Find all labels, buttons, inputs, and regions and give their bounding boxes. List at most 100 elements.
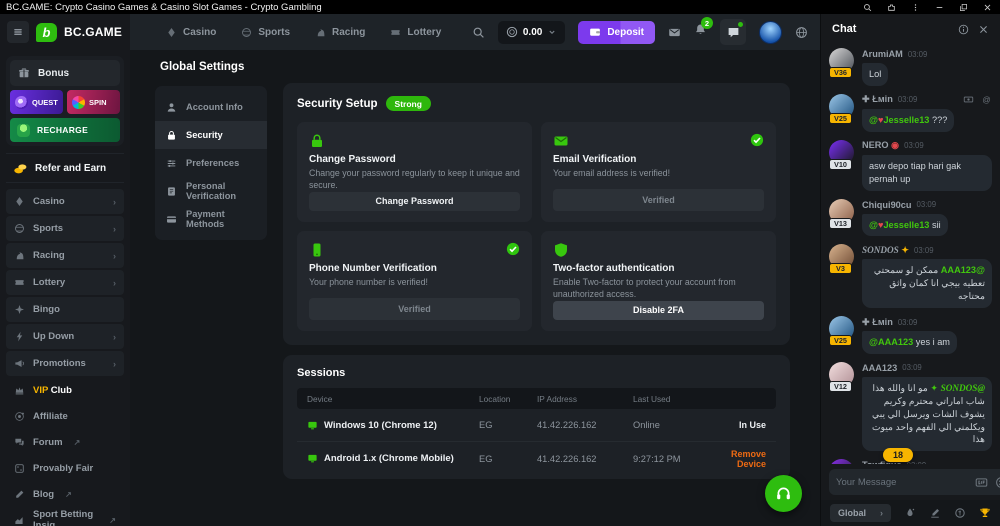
mail-icon[interactable]: [668, 26, 681, 39]
settings-menu-item-personal-verification[interactable]: Personal Verification: [155, 177, 267, 205]
chat-message-header: NERO ◉03:09: [862, 140, 992, 152]
chat-close-icon[interactable]: [978, 24, 989, 35]
chat-message: V10NERO ◉03:09asw depo tiap hari gak per…: [829, 140, 992, 191]
sidebar-item-vip-club[interactable]: VIP Club: [6, 378, 124, 402]
chat-channel-selector[interactable]: Global ›: [830, 504, 891, 522]
disable-2fa-button[interactable]: Disable 2FA: [553, 301, 764, 320]
window-close-icon[interactable]: [983, 3, 992, 12]
refer-label: Refer and Earn: [35, 163, 106, 174]
chat-message-header: ArumiAM03:09: [862, 48, 992, 60]
chat-username: ✚ Łмin: [862, 317, 893, 328]
recharge-button[interactable]: RECHARGE: [10, 118, 120, 142]
balance-selector[interactable]: 0.00: [498, 21, 565, 44]
sessions-column-header: Last Used: [633, 394, 719, 404]
window-minimize-icon[interactable]: [935, 3, 944, 12]
settings-menu-item-account-info[interactable]: Account Info: [155, 93, 267, 121]
bcgame-logo-text[interactable]: BC.GAME: [64, 25, 122, 39]
trophy-icon[interactable]: [979, 507, 991, 519]
bcgame-logo-icon[interactable]: b: [36, 23, 57, 42]
topnav-item-casino[interactable]: Casino: [166, 27, 216, 38]
chat-message-left: V13: [829, 199, 855, 233]
topnav-item-sports[interactable]: Sports: [241, 27, 290, 38]
settings-menu-item-security[interactable]: Security: [155, 121, 267, 149]
chat-message-left: V12: [829, 362, 855, 396]
notifications-button[interactable]: 2: [694, 23, 707, 41]
settings-menu-item-preferences[interactable]: Preferences: [155, 149, 267, 177]
device-name: Android 1.x (Chrome Mobile): [324, 453, 454, 464]
verified-button[interactable]: Verified: [309, 298, 520, 320]
sidebar-item-forum[interactable]: Forum↗: [6, 430, 124, 454]
chevron-right-icon: ›: [113, 359, 116, 369]
support-button[interactable]: [765, 475, 802, 512]
browser-zoom-icon[interactable]: [863, 3, 872, 12]
card-description: Change your password regularly to keep i…: [309, 168, 520, 192]
person-icon: [166, 102, 177, 113]
security-card-email-verification: Email VerificationYour email address is …: [541, 122, 776, 222]
chat-toggle-button[interactable]: [720, 19, 746, 45]
session-row: Windows 10 (Chrome 12)EG41.42.226.162Onl…: [297, 409, 776, 442]
chat-info-icon[interactable]: [958, 24, 969, 35]
sidebar-item-bonus[interactable]: Bonus: [10, 60, 120, 86]
change-password-button[interactable]: Change Password: [309, 192, 520, 211]
settings-menu-label: Personal Verification: [186, 181, 256, 201]
external-link-icon: ↗: [74, 438, 81, 447]
sidebar-item-affiliate[interactable]: Affiliate: [6, 404, 124, 428]
browser-extensions-icon[interactable]: [887, 3, 896, 12]
gif-icon[interactable]: [975, 476, 988, 489]
session-ip: 41.42.226.162: [537, 420, 633, 430]
deposit-button[interactable]: Deposit: [578, 21, 655, 44]
browser-menu-icon[interactable]: [911, 3, 920, 12]
tip-icon[interactable]: [963, 94, 974, 105]
vip-level-badge: V3: [829, 263, 852, 274]
sidebar-item-racing[interactable]: Racing›: [6, 243, 124, 268]
sliders-icon: [166, 158, 177, 169]
sidebar-item-refer-and-earn[interactable]: Refer and Earn: [6, 153, 124, 183]
quest-button[interactable]: QUEST: [10, 90, 63, 114]
rain-drop-icon[interactable]: [904, 507, 916, 519]
sidebar-nav: Casino›Sports›Racing›Lottery›BingoUp Dow…: [6, 189, 124, 526]
sidebar-item-casino[interactable]: Casino›: [6, 189, 124, 214]
verified-button[interactable]: Verified: [553, 189, 764, 211]
vip-level-badge: V13: [829, 218, 852, 229]
top-nav: b BC.GAME Casino Sports Racing Lottery 0.00…: [0, 14, 820, 50]
sidebar-item-sports[interactable]: Sports›: [6, 216, 124, 241]
sidebar-item-promotions[interactable]: Promotions›: [6, 351, 124, 376]
chat-message: V12AAA12303:09@SONDOS ✦ مو انا والله هذا…: [829, 362, 992, 451]
topnav-item-lottery[interactable]: Lottery: [390, 27, 441, 38]
sidebar-item-sport-betting-insig[interactable]: Sport Betting Insig...↗: [6, 508, 124, 526]
main-content: Global Settings Account InfoSecurityPref…: [130, 50, 820, 526]
sidebar-item-blog[interactable]: Blog↗: [6, 482, 124, 506]
sidebar-item-label: Lottery: [33, 277, 65, 288]
session-ip: 41.42.226.162: [537, 454, 633, 464]
device-name: Windows 10 (Chrome 12): [324, 420, 437, 431]
recharge-icon: [17, 124, 30, 137]
chat-timestamp: 03:09: [917, 200, 937, 209]
window-maximize-icon[interactable]: [959, 3, 968, 12]
remove-device-button[interactable]: Remove Device: [719, 449, 766, 469]
deposit-label: Deposit: [607, 27, 644, 38]
settings-menu-label: Preferences: [186, 158, 239, 168]
sessions-table-header: DeviceLocationIP AddressLast Used: [297, 388, 776, 409]
sidebar-item-up-down[interactable]: Up Down›: [6, 324, 124, 349]
sidebar-item-provably-fair[interactable]: Provably Fair: [6, 456, 124, 480]
emoji-icon[interactable]: [995, 476, 1000, 489]
chat-message-input[interactable]: [836, 477, 968, 488]
unread-count-badge[interactable]: 18: [883, 448, 913, 462]
chat-title: Chat: [832, 23, 949, 35]
ticket-icon: [390, 27, 401, 38]
hamburger-menu-button[interactable]: [7, 21, 29, 43]
user-avatar[interactable]: [759, 21, 782, 44]
topnav-item-racing[interactable]: Racing: [315, 27, 365, 38]
at-icon[interactable]: @: [981, 94, 992, 105]
settings-menu-item-payment-methods[interactable]: Payment Methods: [155, 205, 267, 233]
chat-rules-icon[interactable]: [929, 507, 941, 519]
forum-icon: [14, 437, 25, 448]
sidebar-item-bingo[interactable]: Bingo: [6, 297, 124, 322]
search-icon[interactable]: [472, 26, 485, 39]
card-icon: [166, 214, 177, 225]
globe-icon[interactable]: [795, 26, 808, 39]
security-setup-title: Security Setup: [297, 98, 378, 110]
sidebar-item-lottery[interactable]: Lottery›: [6, 270, 124, 295]
spin-button[interactable]: SPIN: [67, 90, 120, 114]
coinflip-icon[interactable]: [954, 507, 966, 519]
